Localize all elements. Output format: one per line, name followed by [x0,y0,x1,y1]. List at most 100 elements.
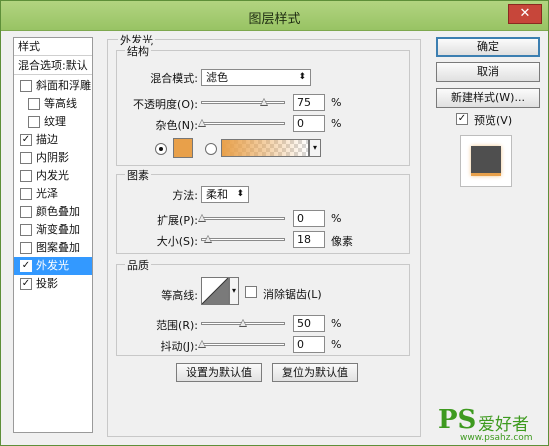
checkbox[interactable] [28,116,40,128]
range-label: 范围(R): [156,319,198,332]
opacity-slider[interactable] [201,98,285,106]
new-style-button[interactable]: 新建样式(W)... [436,88,540,108]
list-item-label: 光泽 [36,187,58,200]
preview-swatch [471,146,501,176]
gradient-swatch[interactable] [221,139,309,157]
gradient-radio[interactable] [205,143,217,155]
list-item-outer-glow[interactable]: ✓ 外发光 [14,257,92,275]
list-item-color-overlay[interactable]: 颜色叠加 [14,203,92,221]
blend-mode-select[interactable]: 滤色 ⬍ [201,69,311,86]
chevron-down-icon[interactable]: ▾ [309,139,321,157]
list-item-styles[interactable]: 样式 [14,38,92,56]
checkbox[interactable] [20,170,32,182]
percent-unit: % [331,117,342,130]
slider-thumb[interactable] [239,319,247,327]
outer-glow-panel: 外发光 结构 混合模式: 滤色 ⬍ 不透明度(O): 75 % 杂色(N): 0 … [107,32,421,437]
title-bar: 图层样式 ✕ [1,1,548,31]
elements-group: 图素 方法: 柔和 ⬍ 扩展(P): 0 % 大小(S): 18 像素 [116,167,410,254]
list-item-inner-shadow[interactable]: 内阴影 [14,149,92,167]
chevron-down-icon[interactable]: ▾ [229,277,239,305]
opacity-input[interactable]: 75 [293,94,325,111]
list-item-drop-shadow[interactable]: ✓ 投影 [14,275,92,293]
list-item-label: 样式 [18,40,40,53]
range-input[interactable]: 50 [293,315,325,332]
spread-input[interactable]: 0 [293,210,325,227]
list-item-pattern-overlay[interactable]: 图案叠加 [14,239,92,257]
slider-thumb[interactable] [198,340,206,348]
anti-alias-checkbox[interactable] [245,286,257,298]
percent-unit: % [331,317,342,330]
list-item-label: 外发光 [36,259,69,272]
jitter-label: 抖动(J): [160,340,198,353]
list-item-bevel-emboss[interactable]: 斜面和浮雕 [14,77,92,95]
preview-checkbox[interactable]: ✓ [456,113,468,125]
structure-group: 结构 混合模式: 滤色 ⬍ 不透明度(O): 75 % 杂色(N): 0 % ▾ [116,43,410,166]
checkbox[interactable] [28,98,40,110]
noise-label: 杂色(N): [155,119,198,132]
checkbox[interactable] [20,224,32,236]
list-item-blend-options[interactable]: 混合选项:默认 [14,57,92,75]
quality-title: 品质 [125,257,151,273]
list-item-gradient-overlay[interactable]: 渐变叠加 [14,221,92,239]
checkbox-checked[interactable]: ✓ [20,260,32,272]
dialog-title: 图层样式 [248,12,301,27]
close-button[interactable]: ✕ [508,4,542,24]
contour-curve-icon [201,277,229,305]
chevron-down-icon: ⬍ [236,189,244,199]
color-radio[interactable] [155,143,167,155]
quality-group: 品质 等高线: ▾ 消除锯齿(L) 范围(R): 50 % 抖动(J): 0 % [116,257,410,356]
list-item-label: 渐变叠加 [36,223,80,236]
slider-thumb[interactable] [198,214,206,222]
noise-input[interactable]: 0 [293,115,325,132]
size-input[interactable]: 18 [293,231,325,248]
checkbox[interactable] [20,80,32,92]
list-item-texture[interactable]: 纹理 [14,113,92,131]
slider-thumb[interactable] [203,235,212,243]
watermark-logo: PS 爱好者 www.psahz.com [438,405,549,446]
cancel-button[interactable]: 取消 [436,62,540,82]
list-item-label: 内发光 [36,169,69,182]
technique-value: 柔和 [206,188,228,201]
list-item-inner-glow[interactable]: 内发光 [14,167,92,185]
checkbox[interactable] [20,188,32,200]
jitter-slider[interactable] [198,340,285,348]
list-item-contour[interactable]: 等高线 [14,95,92,113]
blend-mode-value: 滤色 [206,71,228,84]
ok-button[interactable]: 确定 [436,37,540,57]
blend-mode-label: 混合模式: [150,72,198,85]
spread-label: 扩展(P): [157,214,198,227]
technique-select[interactable]: 柔和 ⬍ [201,186,249,203]
contour-label: 等高线: [161,289,198,302]
list-item-satin[interactable]: 光泽 [14,185,92,203]
reset-default-button[interactable]: 复位为默认值 [272,363,358,382]
spread-slider[interactable] [198,214,285,222]
slider-thumb[interactable] [198,119,206,127]
layer-style-dialog: 图层样式 ✕ 样式 混合选项:默认 斜面和浮雕 等高线 纹理 ✓ 描边 内阴影 内… [0,0,549,446]
watermark-brand: PS [438,405,477,435]
watermark-url: www.psahz.com [460,433,533,443]
checkbox[interactable] [20,242,32,254]
contour-preview[interactable] [201,277,229,305]
list-item-label: 纹理 [44,115,66,128]
anti-alias-label: 消除锯齿(L) [263,288,322,301]
list-item-label: 混合选项:默认 [18,59,88,72]
percent-unit: % [331,338,342,351]
percent-unit: % [331,212,342,225]
preview-label: 预览(V) [474,114,513,127]
checkbox[interactable] [20,206,32,218]
checkbox[interactable] [20,152,32,164]
percent-unit: % [331,96,342,109]
glow-color-swatch[interactable] [173,138,193,158]
range-slider[interactable] [201,319,285,327]
size-slider[interactable] [201,235,285,243]
make-default-button[interactable]: 设置为默认值 [176,363,262,382]
slider-thumb[interactable] [259,98,268,106]
noise-slider[interactable] [198,119,285,127]
opacity-label: 不透明度(O): [133,98,198,111]
jitter-input[interactable]: 0 [293,336,325,353]
checkbox-checked[interactable]: ✓ [20,278,32,290]
list-item-label: 图案叠加 [36,241,80,254]
list-item-stroke[interactable]: ✓ 描边 [14,131,92,149]
checkbox-checked[interactable]: ✓ [20,134,32,146]
style-preview [460,135,512,187]
